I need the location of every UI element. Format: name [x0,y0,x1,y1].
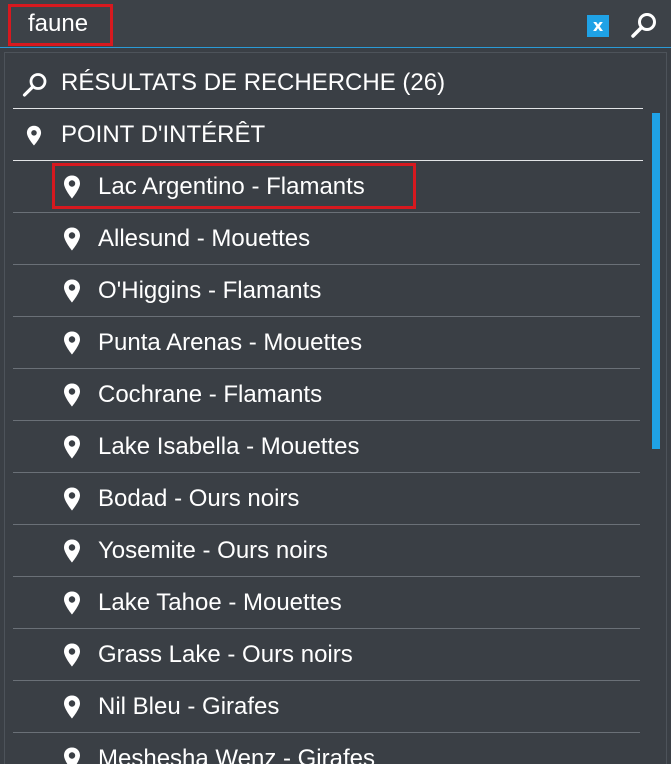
search-bar: x [0,0,671,48]
result-item[interactable]: Punta Arenas - Mouettes [13,317,640,369]
clear-search-button[interactable]: x [587,15,609,37]
result-item-label: Bodad - Ours noirs [98,485,300,512]
result-item[interactable]: O'Higgins - Flamants [13,265,640,317]
map-pin-icon [64,747,80,764]
result-item-label: Allesund - Mouettes [98,225,311,252]
result-highlight [52,163,416,209]
map-pin-icon [64,539,80,563]
map-pin-icon [64,435,80,459]
map-pin-icon [26,125,42,146]
search-icon [22,73,47,97]
result-item[interactable]: Grass Lake - Ours noirs [13,629,640,681]
result-item[interactable]: Allesund - Mouettes [13,213,640,265]
map-pin-icon [64,487,80,511]
map-pin-icon [64,227,80,251]
search-icon [631,13,656,38]
result-item-label: Lake Tahoe - Mouettes [98,589,342,616]
result-item-label: Grass Lake - Ours noirs [98,641,353,668]
result-item-label: Lake Isabella - Mouettes [98,433,360,460]
result-item[interactable]: Yosemite - Ours noirs [13,525,640,577]
result-item[interactable]: Lake Isabella - Mouettes [13,421,640,473]
result-item-label: Nil Bleu - Girafes [98,693,280,720]
result-item[interactable]: Lac Argentino - Flamants [13,161,640,213]
result-item[interactable]: Cochrane - Flamants [13,369,640,421]
map-pin-icon [64,383,80,407]
results-panel: RÉSULTATS DE RECHERCHE (26) POINT D'INTÉ… [4,52,667,764]
result-item[interactable]: Meshesha Wenz - Girafes [13,733,640,764]
category-label: POINT D'INTÉRÊT [61,121,266,148]
result-item-label: Meshesha Wenz - Girafes [98,745,375,764]
result-item[interactable]: Nil Bleu - Girafes [13,681,640,733]
result-item-label: O'Higgins - Flamants [98,277,322,304]
result-item[interactable]: Bodad - Ours noirs [13,473,640,525]
results-header-label: RÉSULTATS DE RECHERCHE (26) [61,69,446,96]
result-item-label: Yosemite - Ours noirs [98,537,328,564]
category-header[interactable]: POINT D'INTÉRÊT [13,109,643,161]
scrollbar-thumb[interactable] [652,113,660,449]
map-pin-icon [64,331,80,355]
map-pin-icon [64,279,80,303]
map-pin-icon [64,695,80,719]
result-item[interactable]: Lake Tahoe - Mouettes [13,577,640,629]
result-item-label: Cochrane - Flamants [98,381,323,408]
search-query-highlight [8,4,113,46]
search-button[interactable] [629,11,659,41]
map-pin-icon [64,591,80,615]
result-item-label: Punta Arenas - Mouettes [98,329,363,356]
search-window: x RÉSULTATS DE RECHERCHE (26) POINT D'IN… [0,0,671,764]
results-header: RÉSULTATS DE RECHERCHE (26) [13,57,643,109]
map-pin-icon [64,643,80,667]
